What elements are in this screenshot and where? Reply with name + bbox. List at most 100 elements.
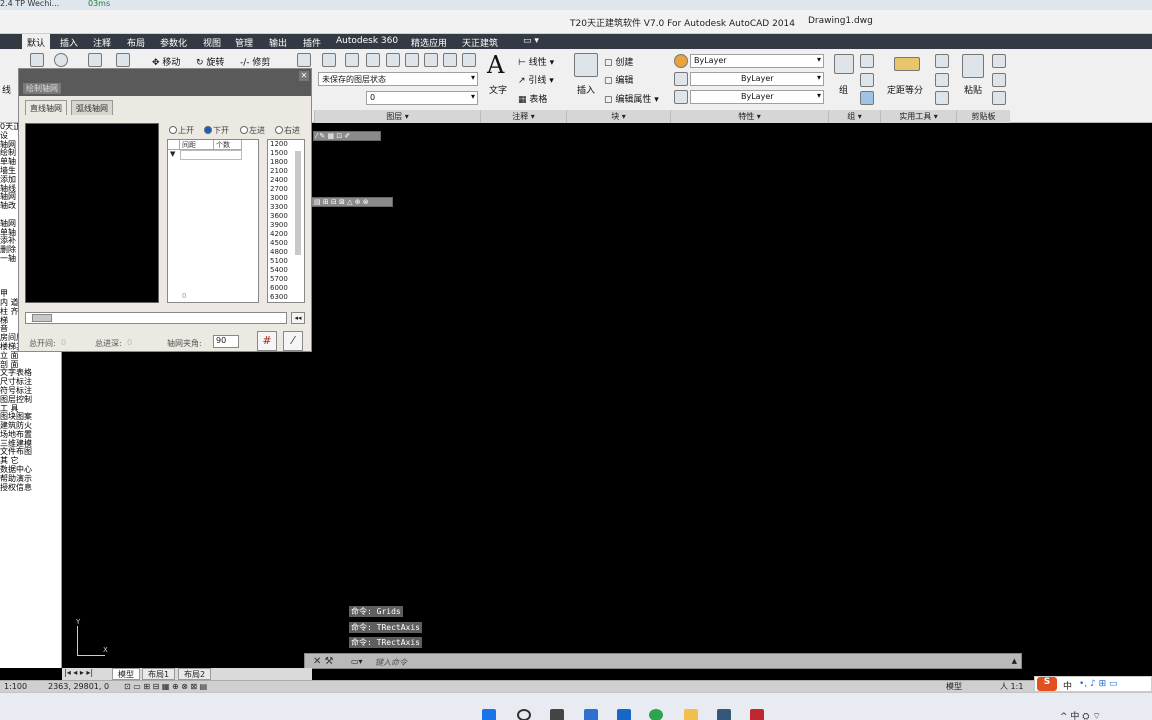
- tab-featured-apps[interactable]: 精选应用: [411, 36, 447, 49]
- layer-icon[interactable]: [386, 53, 400, 67]
- group-icon[interactable]: [834, 54, 854, 74]
- linear-dim-button[interactable]: ⊢ 线性 ▾: [518, 55, 554, 68]
- spacing-value-item[interactable]: 5400: [268, 266, 304, 275]
- command-history-toggle-icon[interactable]: ▲: [1012, 657, 1017, 665]
- tab-layout[interactable]: 布局: [127, 36, 145, 49]
- floating-toolbar-1[interactable]: ⁄ ✎ ▦ ⊡ ✐: [313, 131, 381, 141]
- spacing-value-item[interactable]: 6000: [268, 284, 304, 293]
- browser-tab-label[interactable]: 2.4 TP Wechi...: [0, 0, 59, 8]
- task-view-icon[interactable]: [550, 709, 564, 720]
- cut-icon[interactable]: [992, 54, 1006, 68]
- insert-label[interactable]: 插入: [577, 83, 595, 96]
- ungroup-icon[interactable]: [860, 54, 874, 68]
- pencil-icon[interactable]: [297, 53, 311, 67]
- spacing-value-item[interactable]: 5100: [268, 257, 304, 266]
- panel-layers[interactable]: 图层 ▾: [314, 110, 480, 123]
- rotate-button[interactable]: ↻ 旋转: [196, 55, 224, 68]
- arc-icon[interactable]: [88, 53, 102, 67]
- panel-block[interactable]: 块 ▾: [566, 110, 670, 123]
- layer-icon[interactable]: [345, 53, 359, 67]
- layer-properties-icon[interactable]: [322, 53, 336, 67]
- table-button[interactable]: ▦ 表格: [518, 92, 547, 105]
- ribbon-options-icon[interactable]: ▭ ▾: [523, 36, 539, 46]
- command-line[interactable]: ✕ ⚒ ▭▾ 键入命令 ▲: [304, 653, 1022, 669]
- move-button[interactable]: ✥ 移动: [152, 55, 180, 68]
- tab-manage[interactable]: 管理: [235, 36, 253, 49]
- tab-output[interactable]: 输出: [269, 36, 287, 49]
- panel-group[interactable]: 组 ▾: [828, 110, 880, 123]
- collapse-button[interactable]: ◂◂: [291, 312, 305, 324]
- tab-autodesk360[interactable]: Autodesk 360: [336, 36, 398, 46]
- layer-state-select[interactable]: 未保存的图层状态 ▾: [318, 72, 478, 86]
- layer-icon[interactable]: [462, 53, 476, 67]
- slider-thumb[interactable]: [32, 314, 52, 322]
- layer-icon[interactable]: [405, 53, 419, 67]
- create-block-button[interactable]: ▢ 创建: [604, 55, 633, 68]
- group-edit-icon[interactable]: [860, 73, 874, 87]
- values-scrollbar[interactable]: [295, 151, 301, 255]
- linetype-select[interactable]: ByLayer ▾: [690, 72, 824, 86]
- close-icon[interactable]: ✕: [299, 71, 309, 81]
- edit-block-button[interactable]: ▢ 编辑: [604, 73, 633, 86]
- circle-icon[interactable]: [54, 53, 68, 67]
- radio-left-depth[interactable]: 左进: [240, 125, 265, 136]
- draw-line-label[interactable]: 线: [2, 83, 11, 96]
- edit-attr-button[interactable]: ▢ 编辑属性 ▾: [604, 92, 659, 105]
- undo-icon[interactable]: [30, 53, 44, 67]
- paste-label[interactable]: 粘贴: [964, 83, 982, 96]
- autocad-icon[interactable]: [750, 709, 764, 720]
- tab-insert[interactable]: 插入: [60, 36, 78, 49]
- tab-layout1[interactable]: 布局1: [142, 668, 176, 680]
- lineweight-icon[interactable]: [674, 90, 688, 104]
- tray-icon[interactable]: ^ 中 ⛭ ⌔: [1060, 709, 1101, 720]
- panel-annotation[interactable]: 注释 ▾: [480, 110, 566, 123]
- ime-toolbar[interactable]: S 中 •, ♪ ⊞ ▭: [1034, 676, 1152, 692]
- paste-icon[interactable]: [962, 54, 984, 78]
- table-row[interactable]: [180, 150, 242, 160]
- lineweight-select[interactable]: ByLayer ▾: [690, 90, 824, 104]
- grid-pick-icon[interactable]: #: [257, 331, 277, 351]
- angle-input[interactable]: 90: [213, 335, 239, 348]
- leader-button[interactable]: ↗ 引线 ▾: [518, 73, 554, 86]
- search-icon[interactable]: [517, 709, 531, 720]
- ime-tools-icon[interactable]: •, ♪ ⊞ ▭: [1079, 679, 1118, 689]
- rectangle-icon[interactable]: [116, 53, 130, 67]
- utility-icon[interactable]: [935, 54, 949, 68]
- linetype-icon[interactable]: [674, 72, 688, 86]
- start-icon[interactable]: [482, 709, 496, 720]
- copy-icon[interactable]: [992, 73, 1006, 87]
- insert-block-icon[interactable]: [574, 53, 598, 77]
- floating-toolbar-2[interactable]: ▤ ⊞ ⊟ ⊠ △ ⊕ ⊗: [311, 197, 393, 207]
- layer-icon[interactable]: [443, 53, 457, 67]
- layer-icon[interactable]: [424, 53, 438, 67]
- current-layer-select[interactable]: 0 ▾: [366, 91, 478, 105]
- radio-right-depth[interactable]: 右进: [275, 125, 300, 136]
- file-explorer-icon[interactable]: [684, 709, 698, 720]
- spacing-value-item[interactable]: 1200: [268, 140, 304, 149]
- panel-properties[interactable]: 特性 ▾: [670, 110, 828, 123]
- tab-plugins[interactable]: 插件: [303, 36, 321, 49]
- copy-clip-icon[interactable]: [992, 91, 1006, 105]
- eyedropper-icon[interactable]: ⁄: [283, 331, 303, 351]
- color-select[interactable]: ByLayer ▾: [690, 54, 824, 68]
- preview-slider[interactable]: [25, 312, 287, 324]
- tab-parametric[interactable]: 参数化: [160, 36, 187, 49]
- panel-utilities[interactable]: 实用工具 ▾: [880, 110, 956, 123]
- group-select-icon[interactable]: [860, 91, 874, 105]
- tab-tangent-arch[interactable]: 天正建筑: [462, 36, 498, 49]
- measure-icon[interactable]: [894, 57, 920, 71]
- spacing-value-item[interactable]: 6300: [268, 293, 304, 302]
- app-icon[interactable]: [717, 709, 731, 720]
- tab-default[interactable]: 默认: [22, 34, 51, 49]
- layer-icon[interactable]: [366, 53, 380, 67]
- store-icon[interactable]: [617, 709, 631, 720]
- trim-button[interactable]: -/- 修剪: [240, 55, 270, 68]
- spacing-value-item[interactable]: 5700: [268, 275, 304, 284]
- measure-label[interactable]: 定距等分: [887, 83, 923, 96]
- radio-top-bay[interactable]: 上开: [169, 125, 194, 136]
- panel-clipboard[interactable]: 剪贴板: [956, 110, 1010, 123]
- close-icon[interactable]: ✕ ⚒: [313, 656, 334, 667]
- tab-model[interactable]: 模型: [112, 668, 140, 680]
- tab-annotate[interactable]: 注释: [93, 36, 111, 49]
- ime-language[interactable]: 中: [1063, 679, 1072, 692]
